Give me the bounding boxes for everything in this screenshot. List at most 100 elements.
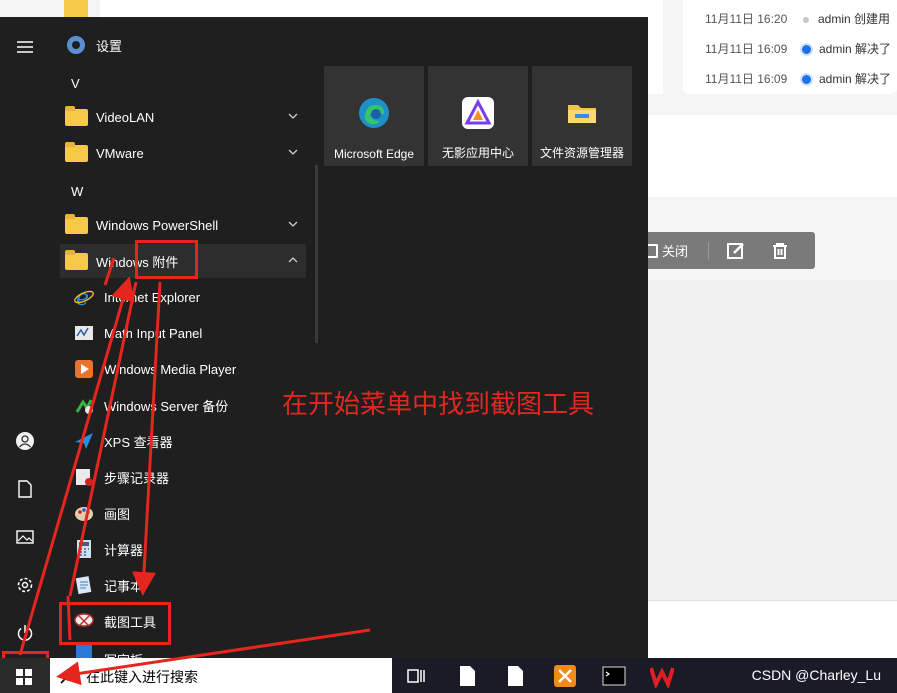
tile-wuying-app-center[interactable]: 无影应用中心 <box>428 66 528 166</box>
user-icon[interactable] <box>13 429 37 453</box>
wuying-icon <box>462 97 494 129</box>
background-panel <box>648 280 897 600</box>
steps-recorder-icon <box>72 465 96 489</box>
task-view-icon[interactable] <box>404 664 428 688</box>
folder-item-powershell[interactable]: Windows PowerShell <box>60 208 306 242</box>
edit-button[interactable] <box>726 232 746 269</box>
folder-label: VideoLAN <box>96 109 155 125</box>
calculator-icon <box>72 537 96 561</box>
search-input[interactable]: 在此键入进行搜索 <box>50 658 392 693</box>
letter-header-v[interactable]: V <box>71 76 80 91</box>
app-item-windows-server-backup[interactable]: Windows Server 备份 <box>60 388 306 422</box>
folder-icon <box>64 0 88 17</box>
timeline-item: 11月11日 16:09 admin 解决了 <box>705 70 891 90</box>
annotation-text: 在开始菜单中找到截图工具 <box>282 390 595 420</box>
app-item-steps-recorder[interactable]: 步骤记录器 <box>60 460 306 494</box>
app-label: 记事本 <box>104 578 144 594</box>
timeline-text: admin 解决了 <box>819 72 892 86</box>
letter-header-w[interactable]: W <box>71 184 83 199</box>
app-item-paint[interactable]: 画图 <box>60 496 306 530</box>
trash-icon <box>773 242 787 259</box>
settings-label: 设置 <box>96 38 123 54</box>
app-item-notepad[interactable]: 记事本 <box>60 568 306 602</box>
delete-button[interactable] <box>770 232 790 269</box>
timeline-dot <box>802 75 811 85</box>
close-label: 关闭 <box>662 244 689 259</box>
file-icon[interactable] <box>455 664 479 688</box>
folder-label: VMware <box>96 145 144 161</box>
folder-icon <box>64 213 88 237</box>
gear-icon <box>64 33 88 57</box>
search-icon <box>60 669 75 684</box>
folder-item-videolan[interactable]: VideoLAN <box>60 100 306 134</box>
timeline-text: admin 解决了 <box>819 42 892 56</box>
chevron-down-icon <box>288 219 298 229</box>
file-icon[interactable] <box>503 664 527 688</box>
file-explorer-icon <box>568 105 596 123</box>
highlight-box-snipping-tool <box>59 602 171 645</box>
timeline-item: 11月11日 16:09 admin 解决了 <box>705 40 891 60</box>
app-item-windows-media-player[interactable]: Windows Media Player <box>60 352 306 386</box>
app-item-math-input-panel[interactable]: Math Input Panel <box>60 316 306 350</box>
wps-office-icon[interactable] <box>650 664 674 688</box>
xps-viewer-icon <box>72 429 96 453</box>
power-icon[interactable] <box>13 621 37 645</box>
highlight-box-accessories <box>135 240 198 279</box>
app-item-internet-explorer[interactable]: e Internet Explorer <box>60 280 306 314</box>
app-label: XPS 查看器 <box>104 434 173 450</box>
timeline-time: 11月11日 16:09 <box>705 72 788 86</box>
gear-icon[interactable] <box>13 573 37 597</box>
hamburger-icon[interactable] <box>13 35 37 59</box>
timeline-text: admin 创建用 <box>818 12 891 26</box>
app-item-xps-viewer[interactable]: XPS 查看器 <box>60 424 306 458</box>
timeline-item: 11月11日 16:20 admin 创建用 <box>705 10 890 30</box>
folder-icon <box>64 105 88 129</box>
svg-text:e: e <box>76 286 89 308</box>
scrollbar[interactable] <box>315 165 318 343</box>
math-input-icon <box>72 321 96 345</box>
app-label: Internet Explorer <box>104 289 201 305</box>
background-panel <box>648 115 897 197</box>
timeline-time: 11月11日 16:20 <box>705 12 788 26</box>
start-button[interactable] <box>0 658 50 693</box>
app-label: Windows Server 备份 <box>104 398 229 414</box>
app-label: 计算器 <box>104 542 144 558</box>
folder-icon <box>64 141 88 165</box>
terminal-icon[interactable] <box>602 664 626 688</box>
chevron-up-icon <box>288 255 298 265</box>
settings-item[interactable]: 设置 <box>60 28 306 62</box>
tile-label: 文件资源管理器 <box>539 146 624 160</box>
timeline-dot <box>802 45 811 55</box>
folder-label: Windows PowerShell <box>96 217 219 233</box>
tile-label: 无影应用中心 <box>441 146 514 160</box>
folder-item-vmware[interactable]: VMware <box>60 136 306 170</box>
documents-icon[interactable] <box>13 477 37 501</box>
internet-explorer-icon: e <box>72 285 96 309</box>
app-label: Windows Media Player <box>104 361 237 377</box>
app-label: Math Input Panel <box>104 325 203 341</box>
tile-label: Microsoft Edge <box>333 147 415 161</box>
pictures-icon[interactable] <box>13 525 37 549</box>
action-toolbar: 关闭 <box>638 232 815 269</box>
app-item-calculator[interactable]: 计算器 <box>60 532 306 566</box>
notepad-icon <box>72 573 96 597</box>
server-backup-icon <box>72 393 96 417</box>
search-placeholder: 在此键入进行搜索 <box>86 669 198 685</box>
app-label: 步骤记录器 <box>104 470 170 486</box>
tile-file-explorer[interactable]: 文件资源管理器 <box>532 66 632 166</box>
background-panel <box>648 600 897 659</box>
chevron-down-icon <box>288 111 298 121</box>
paint-palette-icon <box>72 501 96 525</box>
edit-icon <box>727 242 744 259</box>
tile-microsoft-edge[interactable]: Microsoft Edge <box>324 66 424 166</box>
folder-icon <box>64 249 88 273</box>
close-button[interactable]: 关闭 <box>646 232 688 269</box>
timeline-time: 11月11日 16:09 <box>705 42 788 56</box>
app-label: 画图 <box>104 506 131 522</box>
chevron-down-icon <box>288 147 298 157</box>
toolbar-divider <box>708 242 709 260</box>
media-player-icon <box>72 357 96 381</box>
timeline-dot <box>803 16 809 23</box>
windows-logo-icon <box>16 669 32 685</box>
xampp-icon[interactable] <box>553 664 577 688</box>
